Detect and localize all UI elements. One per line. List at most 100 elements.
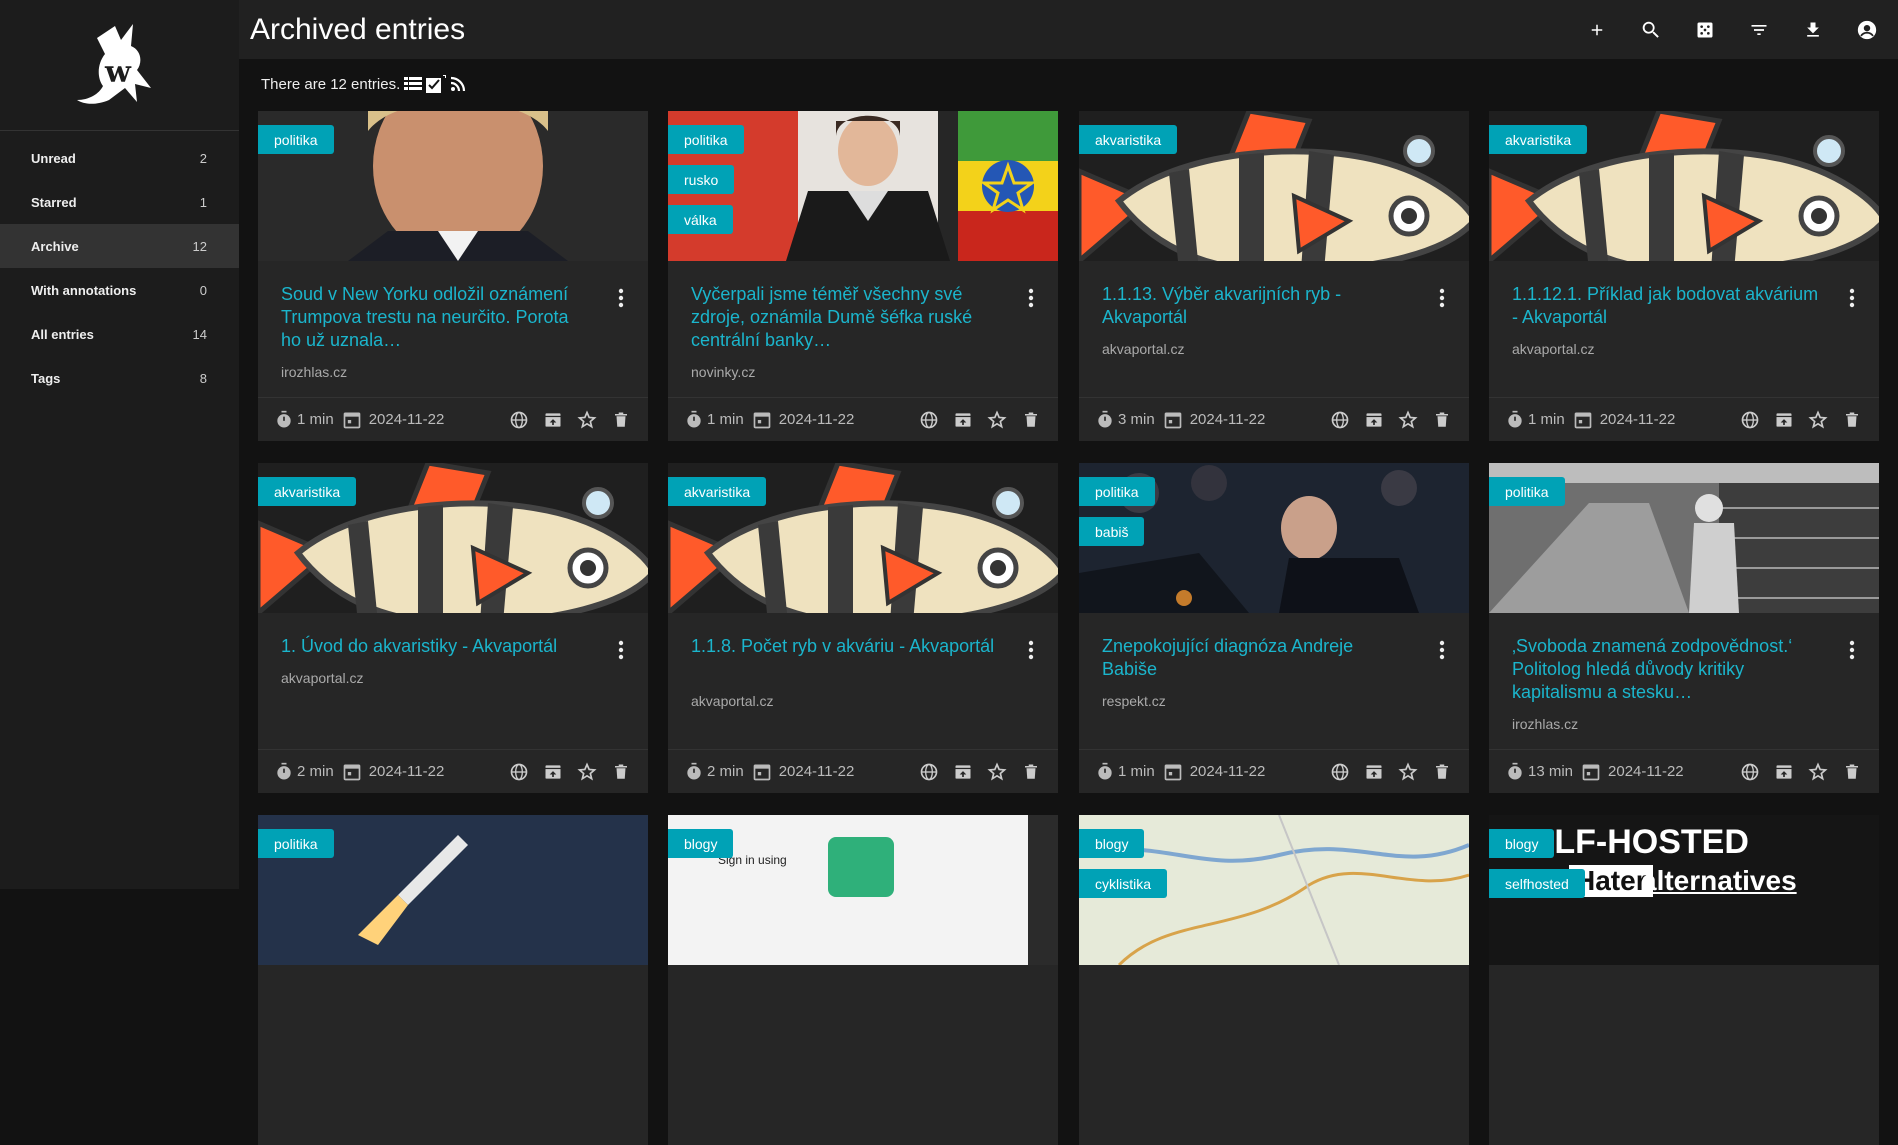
tag-chip[interactable]: blogy — [668, 829, 734, 858]
sidebar-item-archive[interactable]: Archive 12 — [0, 224, 239, 268]
entry-menu-button[interactable] — [1028, 640, 1034, 665]
add-entry-button[interactable] — [1570, 0, 1624, 59]
star-button[interactable] — [980, 398, 1014, 441]
unarchive-button[interactable] — [1767, 750, 1801, 793]
star-button[interactable] — [1801, 750, 1835, 793]
tag-chip[interactable]: válka — [668, 205, 733, 234]
unarchive-icon — [955, 765, 971, 779]
star-button[interactable] — [1391, 398, 1425, 441]
open-original-button[interactable] — [1733, 398, 1767, 441]
open-original-button[interactable] — [912, 750, 946, 793]
entry-menu-button[interactable] — [1439, 288, 1445, 313]
open-original-button[interactable] — [1323, 398, 1357, 441]
entry-title[interactable]: Znepokojující diagnóza Andreje Babiše — [1102, 635, 1412, 681]
star-button[interactable] — [570, 398, 604, 441]
tag-chip[interactable]: politika — [258, 829, 334, 858]
entry-menu-button[interactable] — [618, 640, 624, 665]
delete-button[interactable] — [1425, 398, 1459, 441]
tag-chip[interactable]: akvaristika — [258, 477, 357, 506]
entry-title[interactable]: Soud v New Yorku odložil oznámení Trumpo… — [281, 283, 591, 352]
unarchive-button[interactable] — [536, 750, 570, 793]
unarchive-button[interactable] — [1767, 398, 1801, 441]
globe-icon — [920, 763, 938, 781]
tag-chip[interactable]: politika — [1079, 477, 1155, 506]
entry-title[interactable]: 1. Úvod do akvaristiky - Akvaportál — [281, 635, 591, 658]
entry-domain[interactable]: akvaportal.cz — [1102, 341, 1184, 357]
top-bar: Archived entries — [239, 0, 1898, 59]
calendar-icon — [753, 764, 771, 780]
delete-button[interactable] — [1014, 398, 1048, 441]
entry-title[interactable]: 1.1.13. Výběr akvarijních ryb - Akvaport… — [1102, 283, 1412, 329]
entry-domain[interactable]: novinky.cz — [691, 364, 755, 380]
entry-title[interactable]: 1.1.8. Počet ryb v akváriu - Akvaportál — [691, 635, 1001, 658]
open-original-button[interactable] — [502, 750, 536, 793]
tag-chip[interactable]: cyklistika — [1079, 869, 1168, 898]
entry-title[interactable]: 1.1.12.1. Příklad jak bodovat akvárium -… — [1512, 283, 1822, 329]
entry-menu-button[interactable] — [1028, 288, 1034, 313]
star-outline-icon — [1808, 410, 1828, 429]
tag-chip[interactable]: rusko — [668, 165, 735, 194]
tag-chip[interactable]: akvaristika — [1079, 125, 1178, 154]
unarchive-button[interactable] — [1357, 398, 1391, 441]
unarchive-button[interactable] — [1357, 750, 1391, 793]
tag-chip[interactable]: selfhosted — [1489, 869, 1585, 898]
tag-chip[interactable]: blogy — [1489, 829, 1555, 858]
entry-domain[interactable]: akvaportal.cz — [691, 693, 773, 709]
tag-chip[interactable]: babiš — [1079, 517, 1145, 546]
unarchive-button[interactable] — [946, 398, 980, 441]
entry-menu-button[interactable] — [618, 288, 624, 313]
tag-chip[interactable]: akvaristika — [1489, 125, 1588, 154]
entry-title[interactable]: Vyčerpali jsme téměř všechny své zdroje,… — [691, 283, 1001, 352]
tag-chip[interactable]: politika — [1489, 477, 1565, 506]
delete-button[interactable] — [1835, 750, 1869, 793]
reading-time: 1 min — [684, 410, 744, 430]
select-entries-button[interactable] — [426, 75, 447, 93]
entry-domain[interactable]: irozhlas.cz — [1512, 716, 1578, 732]
star-button[interactable] — [1391, 750, 1425, 793]
open-original-button[interactable] — [502, 398, 536, 441]
unarchive-button[interactable] — [536, 398, 570, 441]
search-button[interactable] — [1624, 0, 1678, 59]
open-original-button[interactable] — [1733, 750, 1767, 793]
unarchive-button[interactable] — [946, 750, 980, 793]
entry-footer: 1 min 2024-11-22 — [258, 397, 648, 441]
tag-chip[interactable]: politika — [258, 125, 334, 154]
entry-domain[interactable]: irozhlas.cz — [281, 364, 347, 380]
entry-domain[interactable]: respekt.cz — [1102, 693, 1166, 709]
sidebar-item-unread[interactable]: Unread 2 — [0, 136, 239, 180]
sidebar-item-all-entries[interactable]: All entries 14 — [0, 312, 239, 356]
entry-menu-button[interactable] — [1439, 640, 1445, 665]
delete-button[interactable] — [604, 398, 638, 441]
star-button[interactable] — [980, 750, 1014, 793]
open-original-button[interactable] — [912, 398, 946, 441]
list-view-button[interactable] — [404, 76, 423, 92]
unarchive-icon — [955, 413, 971, 427]
entry-date: 2024-11-22 — [752, 410, 854, 430]
tag-chip[interactable]: politika — [668, 125, 744, 154]
rss-icon — [451, 76, 466, 92]
entry-menu-button[interactable] — [1849, 640, 1855, 665]
star-button[interactable] — [570, 750, 604, 793]
sidebar-item-annotations[interactable]: With annotations 0 — [0, 268, 239, 312]
open-original-button[interactable] — [1323, 750, 1357, 793]
star-button[interactable] — [1801, 398, 1835, 441]
sidebar-item-starred[interactable]: Starred 1 — [0, 180, 239, 224]
tag-chip[interactable]: blogy — [1079, 829, 1145, 858]
rss-feed-button[interactable] — [450, 76, 466, 92]
entry-title[interactable]: ‚Svoboda znamená zodpovědnost.‘ Politolo… — [1512, 635, 1822, 704]
wallabag-logo[interactable]: w — [0, 0, 239, 131]
filter-button[interactable] — [1732, 0, 1786, 59]
delete-button[interactable] — [1425, 750, 1459, 793]
entry-domain[interactable]: akvaportal.cz — [1512, 341, 1594, 357]
sidebar-item-tags[interactable]: Tags 8 — [0, 356, 239, 400]
export-button[interactable] — [1786, 0, 1840, 59]
delete-button[interactable] — [1014, 750, 1048, 793]
reading-time-value: 13 min — [1528, 763, 1574, 780]
entry-menu-button[interactable] — [1849, 288, 1855, 313]
account-button[interactable] — [1840, 0, 1894, 59]
random-entry-button[interactable] — [1678, 0, 1732, 59]
delete-button[interactable] — [604, 750, 638, 793]
delete-button[interactable] — [1835, 398, 1869, 441]
entry-domain[interactable]: akvaportal.cz — [281, 670, 363, 686]
tag-chip[interactable]: akvaristika — [668, 477, 767, 506]
